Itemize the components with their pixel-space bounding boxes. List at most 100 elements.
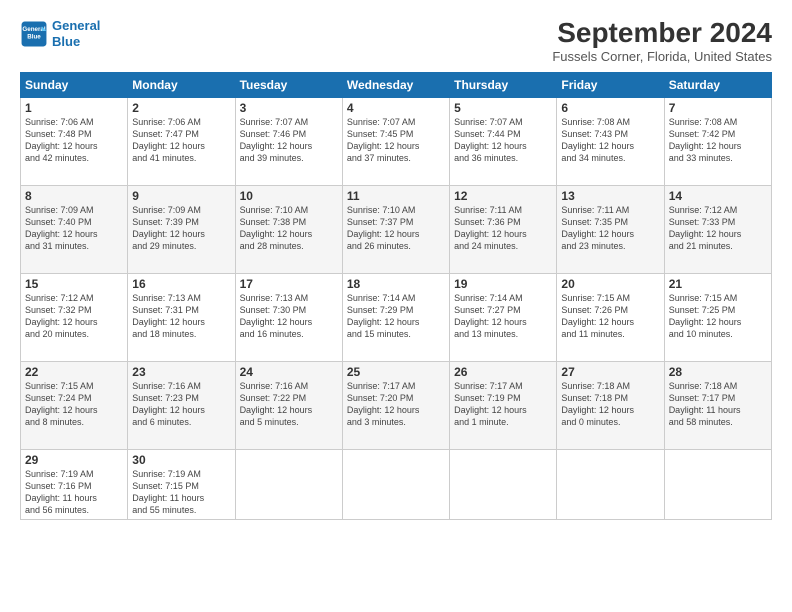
table-row: 21Sunrise: 7:15 AM Sunset: 7:25 PM Dayli… bbox=[664, 273, 771, 361]
day-info: Sunrise: 7:08 AM Sunset: 7:42 PM Dayligh… bbox=[669, 116, 767, 165]
day-number: 1 bbox=[25, 101, 123, 115]
day-info: Sunrise: 7:19 AM Sunset: 7:16 PM Dayligh… bbox=[25, 468, 123, 517]
day-number: 9 bbox=[132, 189, 230, 203]
day-info: Sunrise: 7:09 AM Sunset: 7:40 PM Dayligh… bbox=[25, 204, 123, 253]
table-row: 4Sunrise: 7:07 AM Sunset: 7:45 PM Daylig… bbox=[342, 97, 449, 185]
day-info: Sunrise: 7:09 AM Sunset: 7:39 PM Dayligh… bbox=[132, 204, 230, 253]
table-row bbox=[342, 449, 449, 520]
table-row bbox=[450, 449, 557, 520]
table-row: 24Sunrise: 7:16 AM Sunset: 7:22 PM Dayli… bbox=[235, 361, 342, 449]
col-wednesday: Wednesday bbox=[342, 72, 449, 97]
day-info: Sunrise: 7:11 AM Sunset: 7:36 PM Dayligh… bbox=[454, 204, 552, 253]
day-number: 14 bbox=[669, 189, 767, 203]
day-info: Sunrise: 7:17 AM Sunset: 7:19 PM Dayligh… bbox=[454, 380, 552, 429]
day-info: Sunrise: 7:19 AM Sunset: 7:15 PM Dayligh… bbox=[132, 468, 230, 517]
location: Fussels Corner, Florida, United States bbox=[552, 49, 772, 64]
header: General Blue General Blue September 2024… bbox=[20, 18, 772, 64]
table-row: 22Sunrise: 7:15 AM Sunset: 7:24 PM Dayli… bbox=[21, 361, 128, 449]
day-number: 22 bbox=[25, 365, 123, 379]
table-row: 18Sunrise: 7:14 AM Sunset: 7:29 PM Dayli… bbox=[342, 273, 449, 361]
day-info: Sunrise: 7:18 AM Sunset: 7:18 PM Dayligh… bbox=[561, 380, 659, 429]
logo-line2: Blue bbox=[52, 34, 80, 49]
table-row: 26Sunrise: 7:17 AM Sunset: 7:19 PM Dayli… bbox=[450, 361, 557, 449]
table-row: 9Sunrise: 7:09 AM Sunset: 7:39 PM Daylig… bbox=[128, 185, 235, 273]
table-row: 11Sunrise: 7:10 AM Sunset: 7:37 PM Dayli… bbox=[342, 185, 449, 273]
title-block: September 2024 Fussels Corner, Florida, … bbox=[552, 18, 772, 64]
table-row: 30Sunrise: 7:19 AM Sunset: 7:15 PM Dayli… bbox=[128, 449, 235, 520]
table-row bbox=[235, 449, 342, 520]
day-number: 11 bbox=[347, 189, 445, 203]
table-row: 19Sunrise: 7:14 AM Sunset: 7:27 PM Dayli… bbox=[450, 273, 557, 361]
day-number: 16 bbox=[132, 277, 230, 291]
table-row: 7Sunrise: 7:08 AM Sunset: 7:42 PM Daylig… bbox=[664, 97, 771, 185]
day-number: 2 bbox=[132, 101, 230, 115]
day-info: Sunrise: 7:08 AM Sunset: 7:43 PM Dayligh… bbox=[561, 116, 659, 165]
day-number: 8 bbox=[25, 189, 123, 203]
table-row: 28Sunrise: 7:18 AM Sunset: 7:17 PM Dayli… bbox=[664, 361, 771, 449]
logo-line1: General bbox=[52, 18, 100, 33]
table-row: 2Sunrise: 7:06 AM Sunset: 7:47 PM Daylig… bbox=[128, 97, 235, 185]
table-row: 3Sunrise: 7:07 AM Sunset: 7:46 PM Daylig… bbox=[235, 97, 342, 185]
day-number: 18 bbox=[347, 277, 445, 291]
day-info: Sunrise: 7:12 AM Sunset: 7:32 PM Dayligh… bbox=[25, 292, 123, 341]
day-info: Sunrise: 7:13 AM Sunset: 7:30 PM Dayligh… bbox=[240, 292, 338, 341]
table-row bbox=[664, 449, 771, 520]
day-info: Sunrise: 7:11 AM Sunset: 7:35 PM Dayligh… bbox=[561, 204, 659, 253]
col-thursday: Thursday bbox=[450, 72, 557, 97]
logo-icon: General Blue bbox=[20, 20, 48, 48]
table-row: 8Sunrise: 7:09 AM Sunset: 7:40 PM Daylig… bbox=[21, 185, 128, 273]
day-number: 24 bbox=[240, 365, 338, 379]
day-number: 29 bbox=[25, 453, 123, 467]
day-number: 30 bbox=[132, 453, 230, 467]
day-info: Sunrise: 7:06 AM Sunset: 7:47 PM Dayligh… bbox=[132, 116, 230, 165]
table-row: 27Sunrise: 7:18 AM Sunset: 7:18 PM Dayli… bbox=[557, 361, 664, 449]
logo-text: General Blue bbox=[52, 18, 100, 49]
day-info: Sunrise: 7:15 AM Sunset: 7:24 PM Dayligh… bbox=[25, 380, 123, 429]
day-info: Sunrise: 7:16 AM Sunset: 7:23 PM Dayligh… bbox=[132, 380, 230, 429]
day-number: 27 bbox=[561, 365, 659, 379]
table-row: 15Sunrise: 7:12 AM Sunset: 7:32 PM Dayli… bbox=[21, 273, 128, 361]
day-info: Sunrise: 7:10 AM Sunset: 7:37 PM Dayligh… bbox=[347, 204, 445, 253]
day-number: 21 bbox=[669, 277, 767, 291]
page: General Blue General Blue September 2024… bbox=[0, 0, 792, 612]
day-number: 5 bbox=[454, 101, 552, 115]
table-row bbox=[557, 449, 664, 520]
day-number: 4 bbox=[347, 101, 445, 115]
day-info: Sunrise: 7:15 AM Sunset: 7:25 PM Dayligh… bbox=[669, 292, 767, 341]
day-number: 23 bbox=[132, 365, 230, 379]
col-saturday: Saturday bbox=[664, 72, 771, 97]
day-info: Sunrise: 7:13 AM Sunset: 7:31 PM Dayligh… bbox=[132, 292, 230, 341]
day-number: 3 bbox=[240, 101, 338, 115]
table-row: 14Sunrise: 7:12 AM Sunset: 7:33 PM Dayli… bbox=[664, 185, 771, 273]
day-info: Sunrise: 7:14 AM Sunset: 7:29 PM Dayligh… bbox=[347, 292, 445, 341]
table-row: 25Sunrise: 7:17 AM Sunset: 7:20 PM Dayli… bbox=[342, 361, 449, 449]
day-info: Sunrise: 7:15 AM Sunset: 7:26 PM Dayligh… bbox=[561, 292, 659, 341]
day-info: Sunrise: 7:10 AM Sunset: 7:38 PM Dayligh… bbox=[240, 204, 338, 253]
day-info: Sunrise: 7:16 AM Sunset: 7:22 PM Dayligh… bbox=[240, 380, 338, 429]
col-friday: Friday bbox=[557, 72, 664, 97]
table-row: 1Sunrise: 7:06 AM Sunset: 7:48 PM Daylig… bbox=[21, 97, 128, 185]
month-title: September 2024 bbox=[552, 18, 772, 49]
logo: General Blue General Blue bbox=[20, 18, 100, 49]
calendar: Sunday Monday Tuesday Wednesday Thursday… bbox=[20, 72, 772, 521]
table-row: 5Sunrise: 7:07 AM Sunset: 7:44 PM Daylig… bbox=[450, 97, 557, 185]
day-number: 10 bbox=[240, 189, 338, 203]
day-info: Sunrise: 7:18 AM Sunset: 7:17 PM Dayligh… bbox=[669, 380, 767, 429]
day-info: Sunrise: 7:07 AM Sunset: 7:46 PM Dayligh… bbox=[240, 116, 338, 165]
col-tuesday: Tuesday bbox=[235, 72, 342, 97]
day-number: 12 bbox=[454, 189, 552, 203]
col-sunday: Sunday bbox=[21, 72, 128, 97]
table-row: 20Sunrise: 7:15 AM Sunset: 7:26 PM Dayli… bbox=[557, 273, 664, 361]
day-number: 28 bbox=[669, 365, 767, 379]
day-number: 20 bbox=[561, 277, 659, 291]
calendar-header-row: Sunday Monday Tuesday Wednesday Thursday… bbox=[21, 72, 772, 97]
day-number: 15 bbox=[25, 277, 123, 291]
table-row: 10Sunrise: 7:10 AM Sunset: 7:38 PM Dayli… bbox=[235, 185, 342, 273]
table-row: 29Sunrise: 7:19 AM Sunset: 7:16 PM Dayli… bbox=[21, 449, 128, 520]
day-info: Sunrise: 7:17 AM Sunset: 7:20 PM Dayligh… bbox=[347, 380, 445, 429]
day-number: 26 bbox=[454, 365, 552, 379]
day-info: Sunrise: 7:06 AM Sunset: 7:48 PM Dayligh… bbox=[25, 116, 123, 165]
day-number: 13 bbox=[561, 189, 659, 203]
day-number: 7 bbox=[669, 101, 767, 115]
col-monday: Monday bbox=[128, 72, 235, 97]
